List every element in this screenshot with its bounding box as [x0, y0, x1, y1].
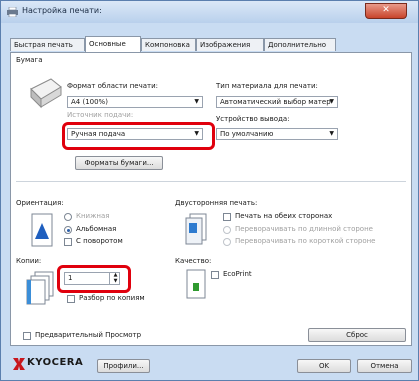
copies-stack-icon: [26, 271, 54, 305]
tab-layout[interactable]: Компоновка: [141, 38, 196, 51]
basic-tab-panel: Бумага Формат области печати: A4 (100%) …: [10, 52, 412, 346]
output-label: Устройство вывода:: [216, 115, 290, 123]
orientation-label: Ориентация:: [16, 199, 64, 207]
paper-sizes-button[interactable]: Форматы бумаги...: [75, 156, 163, 170]
page-size-value: A4 (100%): [71, 98, 108, 106]
tab-advanced[interactable]: Дополнительно: [264, 38, 336, 51]
window-title: Настройка печати:: [22, 6, 102, 15]
close-button[interactable]: ✕: [365, 3, 407, 19]
cancel-button[interactable]: Отмена: [357, 359, 412, 373]
ecoprint-label: EcoPrint: [223, 270, 252, 278]
duplex-checkbox[interactable]: [223, 213, 231, 221]
ecoprint-checkbox[interactable]: [211, 271, 219, 279]
kyocera-logo-icon: [13, 358, 25, 370]
duplex-both-label: Печать на обеих сторонах: [235, 212, 333, 220]
landscape-radio[interactable]: [64, 226, 72, 234]
paper-group-label: Бумага: [16, 56, 43, 64]
chevron-down-icon: ▼: [329, 98, 334, 105]
print-settings-window: Настройка печати: ✕ Быстрая печать Основ…: [0, 0, 419, 381]
copies-label: Копии:: [16, 257, 42, 265]
group-divider: [16, 181, 406, 182]
collate-label: Разбор по копиям: [79, 294, 145, 302]
duplex-preview-icon: [185, 213, 207, 245]
landscape-label: Альбомная: [76, 225, 117, 233]
duplex-label: Двусторонняя печать:: [175, 199, 258, 207]
quality-label: Качество:: [175, 257, 212, 265]
close-icon: ✕: [382, 5, 390, 15]
flip-long-label: Переворачивать по длинной стороне: [235, 225, 373, 233]
paper-source-highlight: [62, 122, 215, 150]
printer-icon: [7, 7, 18, 17]
portrait-radio[interactable]: [64, 213, 72, 221]
collate-checkbox[interactable]: [67, 295, 75, 303]
profiles-button[interactable]: Профили...: [97, 359, 150, 373]
chevron-down-icon: ▼: [329, 130, 334, 137]
paper-stack-icon: [30, 78, 62, 109]
preview-checkbox[interactable]: [23, 332, 31, 340]
source-label: Источник подачи:: [67, 111, 134, 119]
media-type-dropdown[interactable]: Автоматический выбор матер ▼: [216, 96, 338, 108]
tab-quick-print[interactable]: Быстрая печать: [10, 38, 85, 51]
kyocera-logo: KYOCERA: [13, 357, 83, 371]
rotated-checkbox[interactable]: [64, 238, 72, 246]
tab-imaging[interactable]: Изображения: [196, 38, 264, 51]
media-type-label: Тип материала для печати:: [216, 82, 318, 90]
page-size-dropdown[interactable]: A4 (100%) ▼: [67, 96, 203, 108]
preview-label: Предварительный Просмотр: [35, 331, 142, 339]
tab-basic[interactable]: Основные: [85, 36, 141, 52]
output-value: По умолчанию: [220, 130, 274, 138]
page-size-label: Формат области печати:: [67, 82, 158, 90]
reset-button[interactable]: Сброс: [308, 328, 406, 342]
flip-short-label: Переворачивать по короткой стороне: [235, 237, 376, 245]
title-bar: Настройка печати: ✕: [1, 1, 418, 23]
chevron-down-icon: ▼: [194, 98, 199, 105]
flip-long-radio[interactable]: [223, 226, 231, 234]
flip-short-radio[interactable]: [223, 238, 231, 246]
quality-preview-icon: [186, 269, 206, 299]
portrait-label: Книжная: [76, 212, 110, 220]
ok-button[interactable]: OK: [297, 359, 351, 373]
output-dropdown[interactable]: По умолчанию ▼: [216, 128, 338, 140]
orientation-preview-icon: [31, 213, 53, 247]
copies-highlight: [57, 265, 131, 293]
media-type-value: Автоматический выбор матер: [220, 98, 331, 106]
rotated-label: С поворотом: [76, 237, 123, 245]
brand-text: KYOCERA: [27, 357, 84, 368]
